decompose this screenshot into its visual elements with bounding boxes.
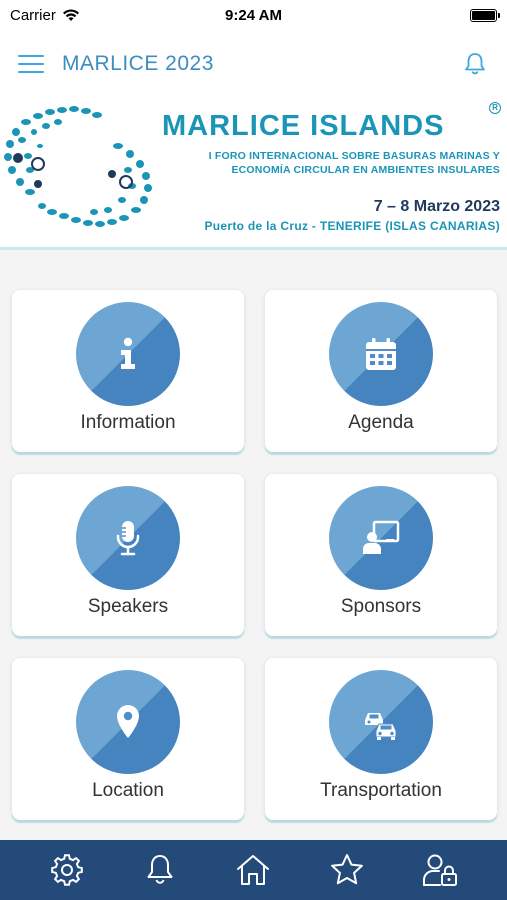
info-icon (121, 337, 135, 369)
bell-icon (147, 855, 173, 884)
user-lock-icon (423, 854, 458, 886)
status-time: 9:24 AM (225, 6, 282, 24)
presentation-icon (363, 520, 400, 554)
sponsors-tile[interactable]: Sponsors (265, 474, 497, 636)
registered-mark: R (489, 102, 501, 114)
tile-label: Information (80, 412, 176, 433)
sponsors-circle (329, 486, 433, 590)
tile-label: Transportation (320, 780, 442, 801)
microphone-icon (116, 521, 140, 556)
information-tile[interactable]: Information (12, 290, 244, 452)
status-bar: Carrier 9:24 AM (0, 0, 507, 30)
agenda-circle (329, 302, 433, 406)
star-icon (330, 854, 363, 885)
location-circle (76, 670, 180, 774)
location-tile[interactable]: Location (12, 658, 244, 820)
home-nav-button[interactable] (233, 850, 273, 890)
favorites-nav-button[interactable] (327, 850, 367, 890)
tile-label: Location (92, 780, 164, 801)
marine-litter-logo-icon (4, 106, 152, 227)
speakers-tile[interactable]: Speakers (12, 474, 244, 636)
bottom-nav (0, 840, 507, 900)
speakers-circle (76, 486, 180, 590)
page-title: MARLICE 2023 (62, 52, 214, 75)
home-icon (237, 855, 270, 885)
banner-date: 7 – 8 Marzo 2023 (373, 198, 500, 215)
hamburger-menu-icon[interactable] (18, 53, 44, 75)
account-nav-button[interactable] (420, 850, 460, 890)
status-left: Carrier (10, 7, 80, 24)
app-header: MARLICE 2023 (0, 30, 507, 98)
wifi-icon (62, 9, 79, 21)
tile-label: Agenda (348, 412, 414, 433)
map-pin-icon (117, 705, 139, 738)
banner-subtitle-line1: I FORO INTERNACIONAL SOBRE BASURAS MARIN… (208, 150, 500, 162)
banner-title: MARLICE ISLANDS (162, 110, 445, 142)
notifications-nav-button[interactable] (140, 850, 180, 890)
notification-bell-icon[interactable] (461, 50, 489, 78)
battery-icon (470, 8, 500, 22)
tile-label: Sponsors (340, 596, 422, 617)
cars-icon (365, 713, 397, 740)
tile-label: Speakers (87, 596, 169, 617)
agenda-tile[interactable]: Agenda (265, 290, 497, 452)
gear-icon (50, 854, 83, 886)
carrier-label: Carrier (10, 6, 56, 24)
calendar-icon (366, 338, 396, 370)
banner-subtitle-line2: ECONOMÍA CIRCULAR EN AMBIENTES INSULARES (231, 164, 500, 176)
event-banner: MARLICE ISLANDS R I FORO INTERNACIONAL S… (0, 98, 507, 250)
settings-nav-button[interactable] (47, 850, 87, 890)
transportation-circle (329, 670, 433, 774)
transportation-tile[interactable]: Transportation (265, 658, 497, 820)
banner-place: Puerto de la Cruz - TENERIFE (ISLAS CANA… (204, 219, 500, 233)
information-circle (76, 302, 180, 406)
